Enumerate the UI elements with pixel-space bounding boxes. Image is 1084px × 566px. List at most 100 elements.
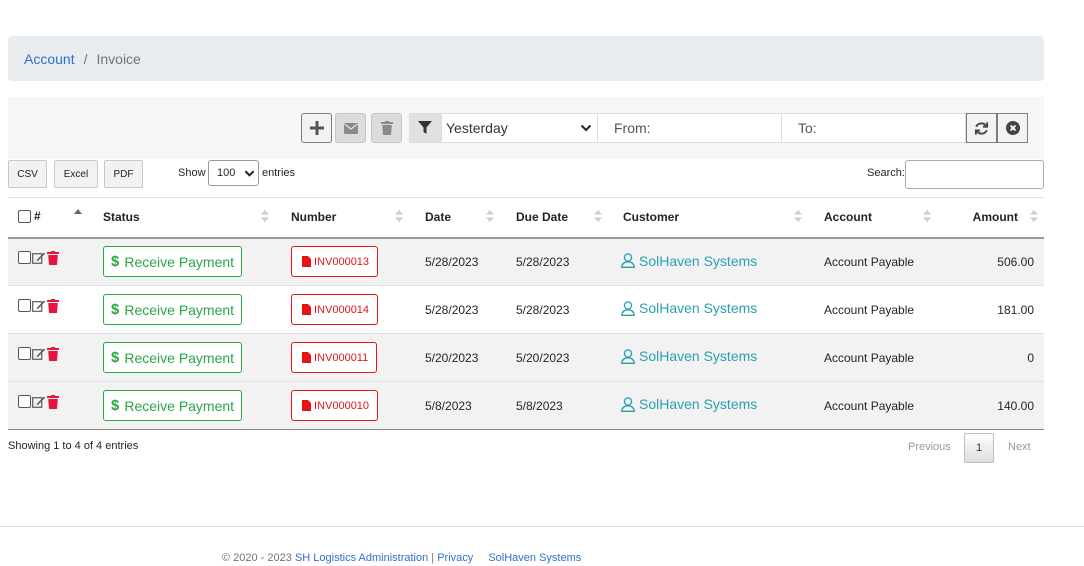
pagination-next[interactable]: Next (1008, 441, 1031, 453)
sort-icon (794, 210, 802, 222)
column-header-status[interactable]: Status (93, 197, 281, 239)
customer-link[interactable]: SolHaven Systems (613, 300, 757, 316)
customer-name: SolHaven Systems (639, 300, 758, 317)
customer-cell: SolHaven Systems (613, 237, 814, 286)
customer-name: SolHaven Systems (639, 252, 758, 269)
row-actions-cell (8, 285, 93, 334)
invoice-table-wrapper: # Status Number Date Due Date Customer A… (8, 197, 1044, 430)
column-header-amount[interactable]: Amount (943, 197, 1044, 239)
row-checkbox[interactable] (18, 251, 31, 265)
footer-separator: | (431, 552, 435, 564)
trash-icon (380, 121, 393, 135)
column-header-due-date-label: Due Date (516, 210, 569, 225)
account-cell: Account Payable (814, 381, 943, 430)
to-date-placeholder: To: (798, 120, 817, 136)
customer-link[interactable]: SolHaven Systems (613, 253, 757, 269)
pagination-previous[interactable]: Previous (908, 441, 951, 453)
refresh-button[interactable] (966, 113, 997, 143)
close-circle-icon (1005, 121, 1020, 135)
from-date-input[interactable]: From: (597, 113, 782, 143)
trash-icon[interactable] (47, 346, 59, 361)
sort-icon (923, 210, 931, 222)
pdf-button[interactable]: PDF (104, 160, 143, 188)
select-all-checkbox[interactable] (18, 209, 31, 223)
column-header-customer-label: Customer (623, 210, 680, 225)
breadcrumb-account-link[interactable]: Account (24, 51, 75, 67)
invoice-number-button[interactable]: INV000013 (291, 246, 379, 278)
column-header-account[interactable]: Account (814, 197, 943, 239)
table-info: Showing 1 to 4 of 4 entries (8, 440, 139, 452)
from-date-placeholder: From: (614, 120, 651, 136)
due-date-cell: 5/28/2023 (506, 285, 613, 334)
edit-icon[interactable] (32, 299, 46, 312)
excel-button[interactable]: Excel (54, 160, 98, 188)
dollar-icon: $ (111, 301, 120, 318)
receive-payment-label: Receive Payment (124, 397, 235, 414)
customer-link[interactable]: SolHaven Systems (613, 348, 757, 364)
edit-icon[interactable] (32, 251, 46, 265)
amount-cell: 140.00 (943, 381, 1044, 430)
user-icon (621, 253, 635, 268)
table-row: $ Receive Payment INV000013 5/28/2023 5/2… (8, 237, 1044, 286)
breadcrumb: Account / Invoice (8, 36, 1044, 81)
status-cell: $ Receive Payment (93, 333, 281, 382)
entries-length-select[interactable]: 100 (208, 160, 259, 186)
invoice-number-button[interactable]: INV000011 (291, 342, 378, 373)
invoice-number-button[interactable]: INV000010 (291, 390, 379, 421)
search-label: Search: (867, 167, 905, 179)
filter-icon (418, 121, 432, 134)
invoice-number-label: INV000011 (314, 351, 369, 364)
invoice-number-button[interactable]: INV000014 (291, 294, 379, 325)
column-header-due-date[interactable]: Due Date (506, 197, 613, 239)
sort-icon (395, 210, 403, 222)
customer-name: SolHaven Systems (639, 396, 758, 413)
receive-payment-button[interactable]: $ Receive Payment (103, 390, 243, 421)
to-date-input[interactable]: To: (781, 113, 966, 143)
pagination-page-1[interactable]: 1 (964, 433, 994, 463)
csv-button[interactable]: CSV (8, 160, 47, 188)
email-button[interactable] (335, 113, 366, 143)
dollar-icon: $ (111, 253, 120, 271)
receive-payment-button[interactable]: $ Receive Payment (103, 246, 243, 278)
number-cell: INV000014 (281, 285, 415, 334)
trash-icon[interactable] (47, 298, 59, 313)
receive-payment-button[interactable]: $ Receive Payment (103, 342, 243, 373)
customer-cell: SolHaven Systems (613, 381, 814, 430)
dollar-icon: $ (111, 397, 120, 414)
column-header-index[interactable]: # (8, 197, 93, 239)
add-button[interactable] (301, 113, 332, 143)
footer-brand-link[interactable]: SolHaven Systems (488, 552, 581, 564)
row-checkbox[interactable] (18, 395, 31, 408)
row-checkbox[interactable] (18, 299, 31, 312)
column-header-customer[interactable]: Customer (613, 197, 814, 239)
plus-icon (309, 121, 324, 135)
date-cell: 5/28/2023 (415, 237, 506, 286)
edit-icon[interactable] (32, 395, 46, 408)
column-header-date[interactable]: Date (415, 197, 506, 239)
number-cell: INV000013 (281, 237, 415, 286)
edit-icon[interactable] (32, 347, 46, 360)
footer-company-link[interactable]: SH Logistics Administration (295, 552, 428, 564)
period-select[interactable]: Yesterday (441, 113, 598, 143)
trash-icon[interactable] (47, 394, 59, 409)
delete-selected-button[interactable] (371, 113, 402, 143)
trash-icon[interactable] (47, 250, 59, 265)
footer-copyright: © 2020 - 2023 (222, 552, 292, 564)
date-cell: 5/8/2023 (415, 381, 506, 430)
column-header-number[interactable]: Number (281, 197, 415, 239)
due-date-cell: 5/28/2023 (506, 237, 613, 286)
receive-payment-button[interactable]: $ Receive Payment (103, 294, 243, 325)
row-checkbox[interactable] (18, 347, 31, 360)
column-header-index-label: # (34, 209, 41, 223)
clear-filter-button[interactable] (997, 113, 1028, 143)
table-row: $ Receive Payment INV000014 5/28/2023 5/2… (8, 285, 1044, 334)
customer-link[interactable]: SolHaven Systems (613, 396, 757, 412)
number-cell: INV000010 (281, 381, 415, 430)
search-input[interactable] (905, 160, 1044, 189)
footer-privacy-link[interactable]: Privacy (437, 552, 473, 564)
receive-payment-label: Receive Payment (124, 253, 235, 270)
due-date-cell: 5/8/2023 (506, 381, 613, 430)
receive-payment-label: Receive Payment (124, 301, 235, 318)
due-date-cell: 5/20/2023 (506, 333, 613, 382)
sort-icon (1030, 210, 1038, 222)
